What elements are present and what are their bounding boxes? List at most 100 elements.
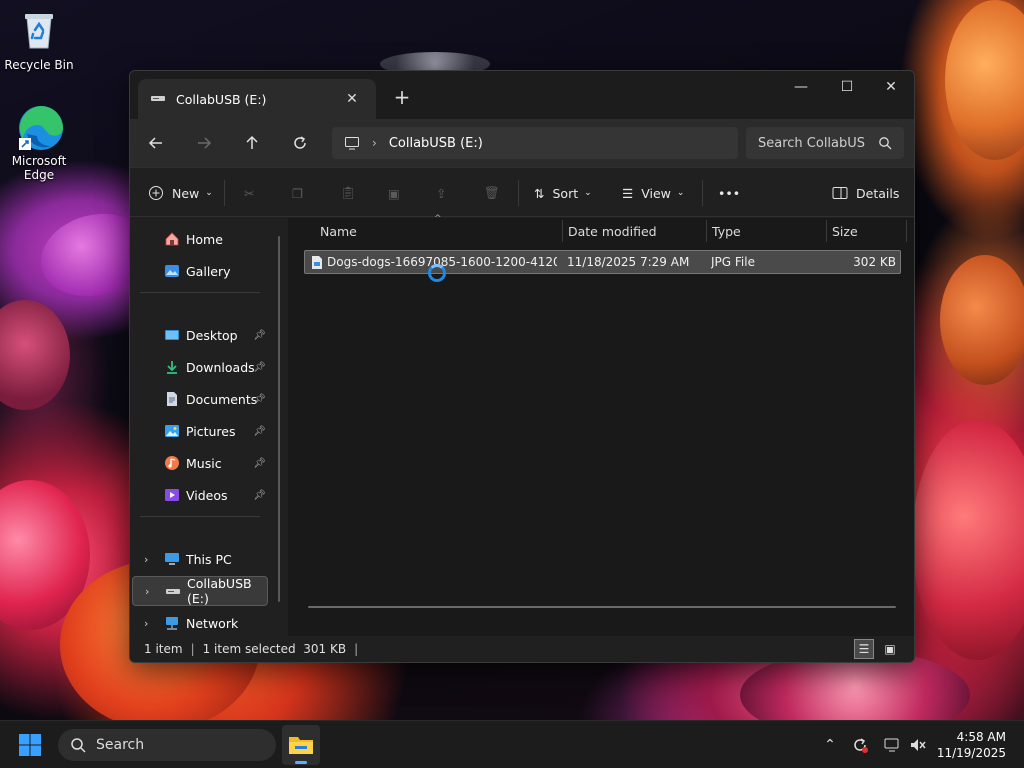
rename-button[interactable]: ▣ (388, 180, 400, 206)
copy-button[interactable]: ❐ (292, 180, 303, 206)
nav-item-downloads[interactable]: Downloads 📌︎ (132, 352, 268, 382)
nav-scrollbar[interactable] (278, 236, 280, 602)
breadcrumb-item[interactable]: CollabUSB (E:) (389, 136, 483, 151)
nav-item-documents[interactable]: Documents 📌︎ (132, 384, 268, 414)
nav-item-label: CollabUSB (E:) (187, 576, 252, 606)
status-selection: 1 item selected 301 KB (202, 642, 347, 656)
nav-item-network[interactable]: › Network (132, 608, 268, 638)
wallpaper-blob (945, 0, 1024, 160)
downloads-icon (164, 359, 180, 375)
copy-icon: ❐ (292, 185, 304, 201)
network-status-icon[interactable] (882, 735, 902, 755)
cut-button[interactable]: ✂ (244, 180, 254, 206)
status-bar: 1 item | 1 item selected 301 KB | ☰ ▣ (130, 636, 914, 662)
close-window-button[interactable]: ✕ (868, 71, 914, 103)
drive-icon (150, 90, 166, 109)
address-field[interactable]: › CollabUSB (E:) (332, 127, 738, 159)
paste-button[interactable]: 📋︎ (340, 180, 356, 206)
column-divider[interactable] (906, 220, 907, 242)
search-icon (879, 137, 892, 150)
taskbar-clock[interactable]: 4:58 AM 11/19/2025 (937, 729, 1006, 761)
chevron-right-icon[interactable]: › (144, 553, 148, 566)
minimize-button[interactable]: — (778, 71, 824, 103)
desktop-icon-recycle-bin[interactable]: Recycle Bin (1, 8, 77, 72)
arrow-right-icon (198, 137, 212, 149)
show-hidden-icons-button[interactable]: ⌃ (820, 735, 840, 755)
pin-icon[interactable]: 📌︎ (253, 330, 266, 341)
music-icon (164, 455, 180, 471)
search-input[interactable]: Search CollabUS (746, 127, 904, 159)
nav-item-videos[interactable]: Videos 📌︎ (132, 480, 268, 510)
taskbar: Search ⌃ 4:58 AM 11/19/2025 (0, 720, 1024, 768)
details-button[interactable]: Details (832, 180, 899, 206)
view-lines-icon: ☰ (622, 185, 634, 201)
home-icon (164, 231, 180, 247)
desktop-icon-edge[interactable]: Microsoft Edge (1, 104, 77, 182)
back-button[interactable] (140, 129, 172, 157)
view-button[interactable]: ☰ View ⌄ (622, 180, 684, 206)
desktop-icon (164, 327, 180, 343)
delete-button[interactable]: 🗑︎ (484, 180, 500, 206)
file-row[interactable]: Dogs-dogs-16697085-1600-1200-4120888... … (304, 250, 901, 274)
address-bar: › CollabUSB (E:) Search CollabUS (130, 119, 914, 167)
desktop-icon-label: Microsoft Edge (11, 154, 67, 182)
sort-icon: ⇅ (534, 185, 545, 201)
nav-item-label: Videos (186, 487, 228, 503)
column-header-date-modified[interactable]: Date modified (568, 218, 657, 244)
forward-button[interactable] (188, 129, 220, 157)
maximize-button[interactable]: ☐ (824, 71, 870, 103)
pin-icon[interactable]: 📌︎ (253, 490, 266, 501)
share-button[interactable]: ⇪ (436, 180, 446, 206)
chevron-right-icon[interactable]: › (144, 617, 148, 630)
details-view-button[interactable]: ☰ (854, 639, 874, 659)
new-button[interactable]: New ⌄ (148, 180, 213, 206)
view-label: View (641, 185, 671, 201)
up-button[interactable] (236, 129, 268, 157)
column-header-size[interactable]: Size (832, 218, 858, 244)
pin-icon[interactable]: 📌︎ (253, 458, 266, 469)
network-icon (164, 615, 180, 631)
column-divider[interactable] (826, 220, 827, 242)
nav-item-label: This PC (186, 551, 232, 567)
windows-logo-icon (19, 734, 41, 756)
nav-item-this-pc[interactable]: › This PC (132, 544, 268, 574)
nav-item-music[interactable]: Music 📌︎ (132, 448, 268, 478)
file-list-pane: ^ Name Date modified Type Size Dogs-dogs… (288, 214, 914, 636)
pin-icon[interactable]: 📌︎ (253, 394, 266, 405)
refresh-button[interactable] (284, 129, 316, 157)
tab-title: CollabUSB (E:) (176, 91, 267, 107)
file-size: 302 KB (853, 255, 896, 269)
plus-circle-icon (149, 186, 163, 200)
toolbar-divider (518, 180, 519, 206)
title-bar: CollabUSB (E:) ✕ + — ☐ ✕ (130, 71, 914, 119)
column-divider[interactable] (562, 220, 563, 242)
see-more-button[interactable]: ••• (718, 180, 740, 206)
sync-icon[interactable] (850, 735, 870, 755)
taskbar-file-explorer[interactable] (282, 725, 320, 765)
search-placeholder: Search CollabUS (758, 135, 866, 151)
close-tab-icon[interactable]: ✕ (340, 87, 364, 111)
tab-collabusb[interactable]: CollabUSB (E:) ✕ (138, 79, 376, 119)
pin-icon[interactable]: 📌︎ (253, 362, 266, 373)
column-header-name[interactable]: Name (320, 218, 357, 244)
busy-cursor-icon (428, 264, 446, 282)
volume-muted-icon[interactable] (908, 735, 928, 755)
documents-icon (164, 391, 180, 407)
start-button[interactable] (18, 733, 42, 757)
pin-icon[interactable]: 📌︎ (253, 426, 266, 437)
nav-item-gallery[interactable]: Gallery (132, 256, 268, 286)
column-divider[interactable] (706, 220, 707, 242)
sort-button[interactable]: ⇅ Sort ⌄ (534, 180, 592, 206)
tiles-view-button[interactable]: ▣ (880, 639, 900, 659)
new-tab-button[interactable]: + (388, 83, 416, 111)
chevron-right-icon[interactable]: › (145, 585, 149, 598)
nav-item-home[interactable]: Home (132, 224, 268, 254)
nav-item-pictures[interactable]: Pictures 📌︎ (132, 416, 268, 446)
horizontal-scrollbar[interactable] (308, 606, 896, 608)
nav-item-collabusb[interactable]: › CollabUSB (E:) (132, 576, 268, 606)
column-header-type[interactable]: Type (712, 218, 741, 244)
clock-time: 4:58 AM (956, 730, 1006, 744)
nav-item-desktop[interactable]: Desktop 📌︎ (132, 320, 268, 350)
trash-icon: 🗑︎ (484, 185, 500, 200)
taskbar-search[interactable]: Search (58, 729, 276, 761)
